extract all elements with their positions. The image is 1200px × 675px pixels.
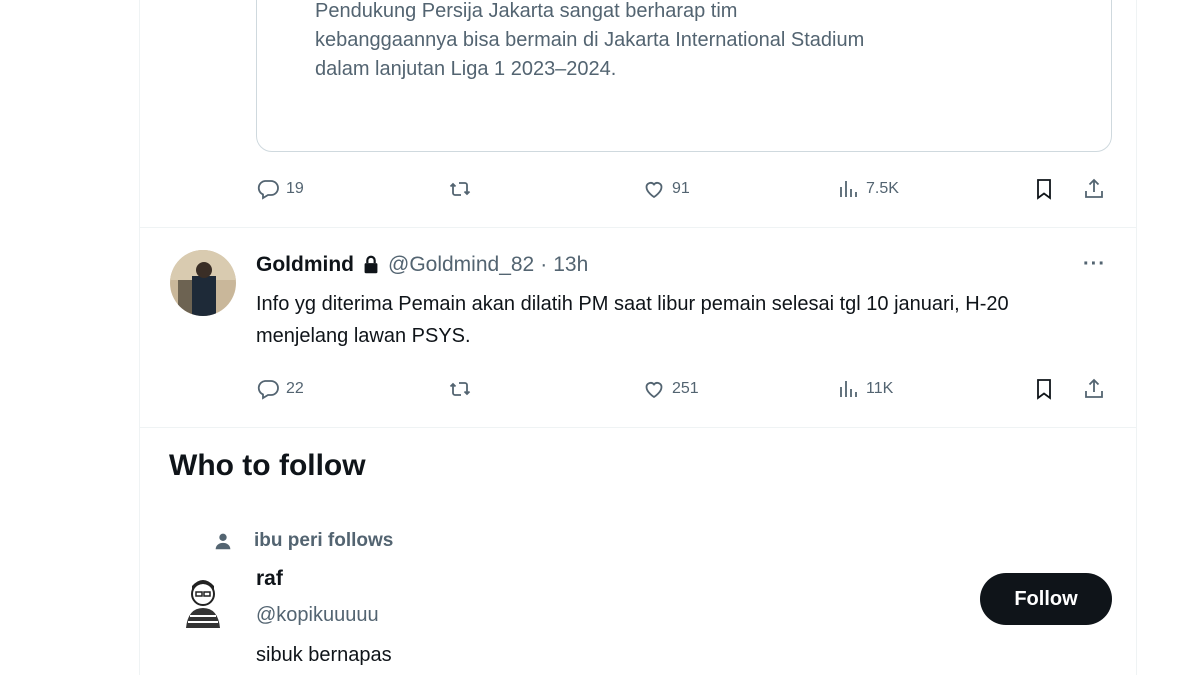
views-button[interactable]: 11K (836, 374, 893, 404)
quoted-tweet-text: Pendukung Persija Jakarta sangat berhara… (315, 0, 865, 80)
analytics-icon (840, 381, 857, 397)
like-count: 251 (672, 380, 699, 397)
reply-count: 19 (286, 180, 304, 197)
social-context-text: ibu peri follows (254, 530, 394, 551)
tweet-action-bar: 22 251 11K (256, 374, 1114, 404)
social-context: ibu peri follows (212, 530, 393, 552)
separator-dot: · (540, 253, 548, 276)
more-options-icon[interactable]: ··· (1083, 253, 1106, 276)
tweet-text: Info yg diterima Pemain akan dilatih PM … (256, 293, 1009, 347)
tweet[interactable]: Goldmind @Goldmind_82 · 13h ··· Info yg … (140, 227, 1136, 427)
reply-count: 22 (286, 380, 304, 397)
like-button[interactable]: 251 (642, 374, 699, 404)
bookmark-icon (1037, 179, 1051, 200)
heart-icon (645, 182, 663, 199)
follow-button[interactable]: Follow (980, 573, 1112, 625)
share-button[interactable] (1082, 374, 1106, 404)
suggested-user-name[interactable]: raf (256, 567, 283, 591)
avatar[interactable] (170, 250, 236, 316)
reply-button[interactable]: 22 (256, 374, 304, 404)
retweet-button[interactable] (448, 174, 478, 204)
views-count: 11K (866, 380, 894, 397)
share-icon (1085, 378, 1103, 398)
who-to-follow-heading: Who to follow (169, 449, 366, 482)
retweet-icon (449, 182, 471, 196)
tweet-header: Goldmind @Goldmind_82 · 13h (256, 251, 588, 279)
suggested-user-bio: sibuk bernapas (256, 644, 392, 666)
tweet-timestamp[interactable]: 13h (553, 251, 588, 279)
analytics-icon (840, 181, 857, 197)
heart-icon (645, 382, 663, 399)
retweet-button[interactable] (448, 374, 478, 404)
retweet-icon (449, 382, 471, 396)
avatar[interactable] (170, 570, 236, 636)
like-count: 91 (672, 180, 690, 197)
author-handle[interactable]: @Goldmind_82 (388, 251, 534, 279)
reply-button[interactable]: 19 (256, 174, 304, 204)
lock-icon (364, 255, 378, 274)
bookmark-button[interactable] (1032, 374, 1056, 404)
like-button[interactable]: 91 (642, 174, 690, 204)
avatar-image (170, 570, 236, 636)
share-icon (1085, 178, 1103, 198)
author-name[interactable]: Goldmind (256, 251, 354, 279)
tweet-action-bar: 19 91 7.5K (256, 174, 1114, 204)
person-icon (215, 533, 231, 550)
views-count: 7.5K (866, 180, 899, 197)
suggested-user-handle[interactable]: @kopikuuuuu (256, 604, 379, 627)
views-button[interactable]: 7.5K (836, 174, 899, 204)
reply-icon (257, 380, 279, 400)
quoted-tweet-card[interactable]: Pendukung Persija Jakarta sangat berhara… (256, 0, 1112, 152)
bookmark-button[interactable] (1032, 174, 1056, 204)
timeline-column: Pendukung Persija Jakarta sangat berhara… (139, 0, 1137, 675)
divider (140, 427, 1136, 428)
reply-icon (257, 180, 279, 200)
bookmark-icon (1037, 379, 1051, 400)
avatar-image (170, 250, 236, 316)
share-button[interactable] (1082, 174, 1106, 204)
